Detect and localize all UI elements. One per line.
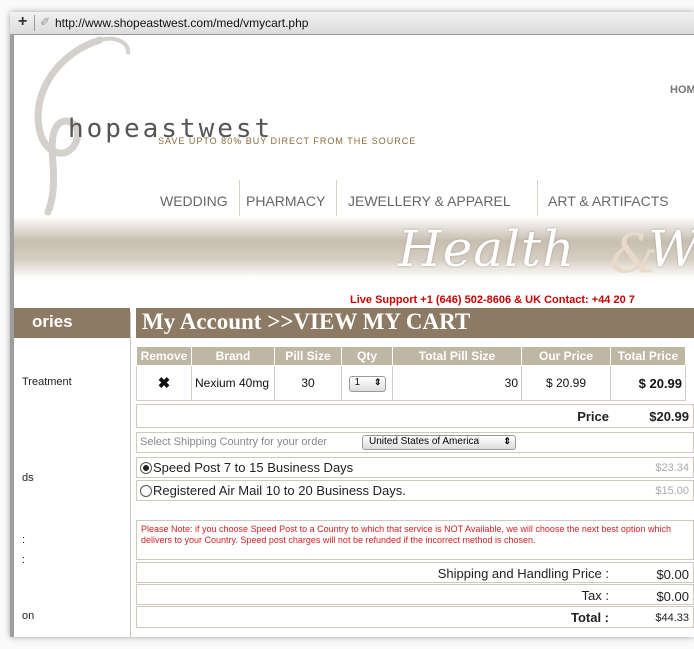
tax-value: $0.00	[656, 589, 689, 604]
sidebar-item-treatment[interactable]: Treatment	[22, 376, 72, 388]
address-divider	[34, 15, 35, 31]
col-our-price: Our Price	[521, 346, 611, 366]
cell-total-price: $ 20.99	[610, 365, 686, 401]
col-qty: Qty	[341, 346, 393, 366]
select-arrows-icon: ⇕	[373, 377, 382, 387]
sidebar-item-ds[interactable]: ds	[22, 472, 34, 484]
shipping-country-row: Select Shipping Country for your order U…	[136, 432, 694, 453]
speed-post-label[interactable]: Speed Post 7 to 15 Business Days	[153, 460, 353, 475]
select-arrows-icon: ⇕	[503, 436, 511, 446]
shipping-option-row: Registered Air Mail 10 to 20 Business Da…	[136, 480, 694, 501]
sidebar-divider	[130, 312, 131, 637]
shipping-note-box: Please Note: if you choose Speed Post to…	[136, 520, 694, 560]
air-mail-price: $15.00	[655, 485, 689, 497]
air-mail-label[interactable]: Registered Air Mail 10 to 20 Business Da…	[153, 483, 406, 498]
nav-item-jewellery-apparel[interactable]: JEWELLERY & APPAREL	[348, 193, 511, 209]
shipping-total-row: Shipping and Handling Price : $0.00	[136, 562, 694, 583]
banner-title: Health	[398, 220, 576, 278]
col-remove: Remove	[136, 346, 192, 366]
cell-pill-size: 30	[274, 365, 342, 401]
price-value: $20.99	[649, 409, 689, 424]
total-row: Total : $44.33	[136, 606, 694, 628]
shipping-option-row: Speed Post 7 to 15 Business Days $23.34	[136, 457, 694, 478]
sidebar-item-3[interactable]: :	[22, 534, 25, 546]
cart-title-bar: My Account >>VIEW MY CART	[136, 308, 694, 338]
speed-post-price: $23.34	[655, 462, 689, 474]
nav-item-pharmacy[interactable]: PHARMACY	[246, 193, 325, 209]
speed-post-radio[interactable]	[140, 462, 152, 474]
health-banner	[14, 216, 694, 278]
home-link[interactable]: HOME	[670, 84, 694, 96]
nav-item-wedding[interactable]: WEDDING	[160, 193, 228, 209]
site-identity-icon[interactable]: ✐	[40, 15, 50, 29]
col-total-pill-size: Total Pill Size	[392, 346, 522, 366]
shipping-note: Please Note: if you choose Speed Post to…	[141, 524, 671, 545]
qty-select[interactable]: 1 ⇕	[348, 376, 386, 392]
shipping-handling-value: $0.00	[656, 567, 689, 582]
live-support-text: Live Support +1 (646) 502-8606 & UK Cont…	[350, 294, 635, 306]
categories-heading-label: ories	[32, 312, 73, 331]
sidebar-item-4[interactable]: :	[22, 554, 25, 566]
tax-label: Tax :	[581, 588, 609, 603]
site-tagline: SAVE UPTO 80% BUY DIRECT FROM THE SOURCE	[158, 136, 417, 146]
shipping-country-select[interactable]: United States of America ⇕	[362, 435, 516, 450]
remove-item-icon[interactable]: ✖	[136, 365, 192, 401]
air-mail-radio[interactable]	[140, 485, 152, 497]
shipping-handling-label: Shipping and Handling Price :	[437, 566, 609, 581]
nav-item-art-artifacts[interactable]: ART & ARTIFACTS	[548, 193, 669, 209]
cell-qty: 1 ⇕	[341, 365, 393, 401]
qty-select-value: 1	[354, 377, 361, 388]
cart-panel: My Account >>VIEW MY CART Remove Brand P…	[132, 308, 694, 637]
shipping-country-value: United States of America	[369, 436, 480, 447]
col-pill-size: Pill Size	[274, 346, 342, 366]
cell-brand: Nexium 40mg	[191, 365, 275, 401]
categories-heading: ories	[14, 308, 130, 338]
nav-divider	[537, 180, 538, 216]
nav-divider	[239, 180, 240, 216]
page-title: My Account >>VIEW MY CART	[142, 309, 471, 334]
col-brand: Brand	[191, 346, 275, 366]
tax-row: Tax : $0.00	[136, 584, 694, 605]
banner-tail: W	[648, 220, 694, 278]
add-bookmark-button[interactable]: +	[18, 13, 27, 31]
browser-window: + ✐ http://www.shopeastwest.com/med/vmyc…	[10, 12, 694, 637]
total-label: Total :	[570, 610, 609, 625]
price-label: Price	[577, 409, 609, 424]
cell-total-pill-size: 30	[392, 365, 522, 401]
col-total-price: Total Price	[610, 346, 686, 366]
cart-header-row: Remove Brand Pill Size Qty Total Pill Si…	[136, 346, 686, 366]
url-field[interactable]: http://www.shopeastwest.com/med/vmycart.…	[55, 16, 308, 30]
cell-our-price: $ 20.99	[521, 365, 611, 401]
shipping-country-label: Select Shipping Country for your order	[140, 436, 328, 448]
sidebar-item-on[interactable]: on	[22, 610, 34, 622]
cart-table: Remove Brand Pill Size Qty Total Pill Si…	[136, 346, 686, 401]
price-row: Price $20.99	[136, 404, 694, 428]
table-row: ✖ Nexium 40mg 30 1 ⇕ 30 $ 20.99 $ 20.99	[136, 365, 686, 401]
nav-divider	[336, 180, 337, 216]
total-value: $44.33	[655, 612, 689, 624]
